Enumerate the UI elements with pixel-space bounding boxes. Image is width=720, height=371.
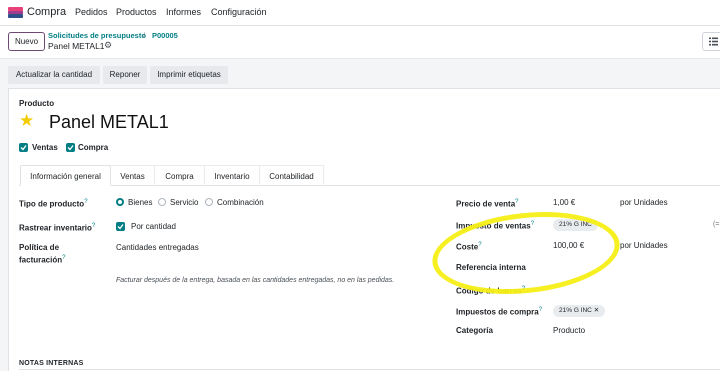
control-panel: Nuevo Solicitudes de presupuesto / P0000…: [0, 26, 720, 58]
list-icon: [709, 37, 718, 46]
gear-icon[interactable]: ⚙: [104, 40, 112, 51]
record-name: Panel METAL1: [48, 41, 105, 51]
tab-general-information[interactable]: Información general: [20, 165, 111, 186]
purchase-tax-label: Impuestos de compra?: [456, 307, 543, 317]
category-label: Categoría: [456, 326, 493, 335]
track-inventory-checkbox[interactable]: [116, 222, 125, 231]
print-labels-button[interactable]: Imprimir etiquetas: [150, 66, 228, 84]
product-type-label: Tipo de producto?: [19, 199, 88, 209]
top-navbar: Compra Pedidos Productos Informes Config…: [0, 0, 720, 26]
remove-tag-icon[interactable]: ✕: [594, 307, 599, 314]
track-inventory-value: Por cantidad: [131, 222, 176, 231]
invoice-policy-hint: Facturar después de la entrega, basada e…: [116, 277, 395, 284]
purchase-tax-tag[interactable]: 21% G INC ✕: [553, 305, 606, 317]
sale-price-label: Precio de venta?: [456, 199, 519, 209]
notes-divider: [19, 369, 720, 370]
radio-servicio[interactable]: [158, 198, 166, 206]
invoice-policy-field[interactable]: Cantidades entregadas: [116, 243, 199, 252]
new-button[interactable]: Nuevo: [8, 32, 45, 51]
sale-ok-checkbox[interactable]: [19, 143, 28, 152]
menu-configuracion[interactable]: Configuración: [211, 7, 267, 17]
tab-accounting[interactable]: Contabilidad: [260, 165, 324, 186]
breadcrumb-separator: /: [143, 31, 146, 40]
update-quantity-button[interactable]: Actualizar la cantidad: [8, 66, 100, 84]
edge-mark: (=: [713, 221, 720, 228]
purchase-ok-label: Compra: [78, 143, 109, 152]
cost-unit: por Unidades: [620, 241, 668, 250]
invoice-policy-label: Política de facturación?: [19, 243, 66, 265]
radio-bienes-label: Bienes: [128, 198, 153, 207]
cost-field[interactable]: 100,00 €: [553, 241, 584, 250]
app-menu-icon[interactable]: [8, 7, 23, 18]
app-name[interactable]: Compra: [27, 6, 66, 18]
menu-productos[interactable]: Productos: [116, 7, 157, 17]
sale-price-unit: por Unidades: [620, 198, 668, 207]
list-view-button[interactable]: [702, 32, 720, 51]
sale-price-field[interactable]: 1,00 €: [553, 198, 575, 207]
sale-ok-label: Ventas: [32, 143, 58, 152]
track-inventory-label: Rastrear inventario?: [19, 223, 96, 233]
purchase-ok-checkbox[interactable]: [66, 143, 75, 152]
sale-tax-label: Impuesto de ventas?: [456, 221, 535, 231]
action-button-bar: Actualizar la cantidad Reponer Imprimir …: [0, 58, 720, 88]
internal-reference-label: Referencia interna: [456, 263, 526, 272]
cost-label: Coste?: [456, 242, 482, 252]
replenish-button[interactable]: Reponer: [103, 66, 147, 84]
product-name-field[interactable]: Panel METAL1: [49, 112, 169, 133]
tab-inventory[interactable]: Inventario: [205, 165, 260, 186]
category-field[interactable]: Producto: [553, 326, 585, 335]
radio-combinacion-label: Combinación: [217, 198, 264, 207]
radio-combinacion[interactable]: [205, 198, 213, 206]
radio-bienes[interactable]: [116, 198, 124, 206]
breadcrumb-rfq[interactable]: Solicitudes de presupuesto: [48, 31, 146, 40]
internal-notes-heading: NOTAS INTERNAS: [19, 360, 84, 367]
radio-servicio-label: Servicio: [170, 198, 199, 207]
star-icon[interactable]: ★: [19, 111, 34, 131]
menu-informes[interactable]: Informes: [166, 7, 201, 17]
breadcrumb-order[interactable]: P00005: [152, 31, 178, 40]
product-label: Producto: [19, 99, 55, 108]
sale-tax-tag[interactable]: 21% G INC: [553, 219, 598, 231]
barcode-label: Código de barras?: [456, 286, 526, 296]
menu-pedidos[interactable]: Pedidos: [75, 7, 108, 17]
tab-sales[interactable]: Ventas: [111, 165, 155, 186]
tab-purchase[interactable]: Compra: [155, 165, 205, 186]
